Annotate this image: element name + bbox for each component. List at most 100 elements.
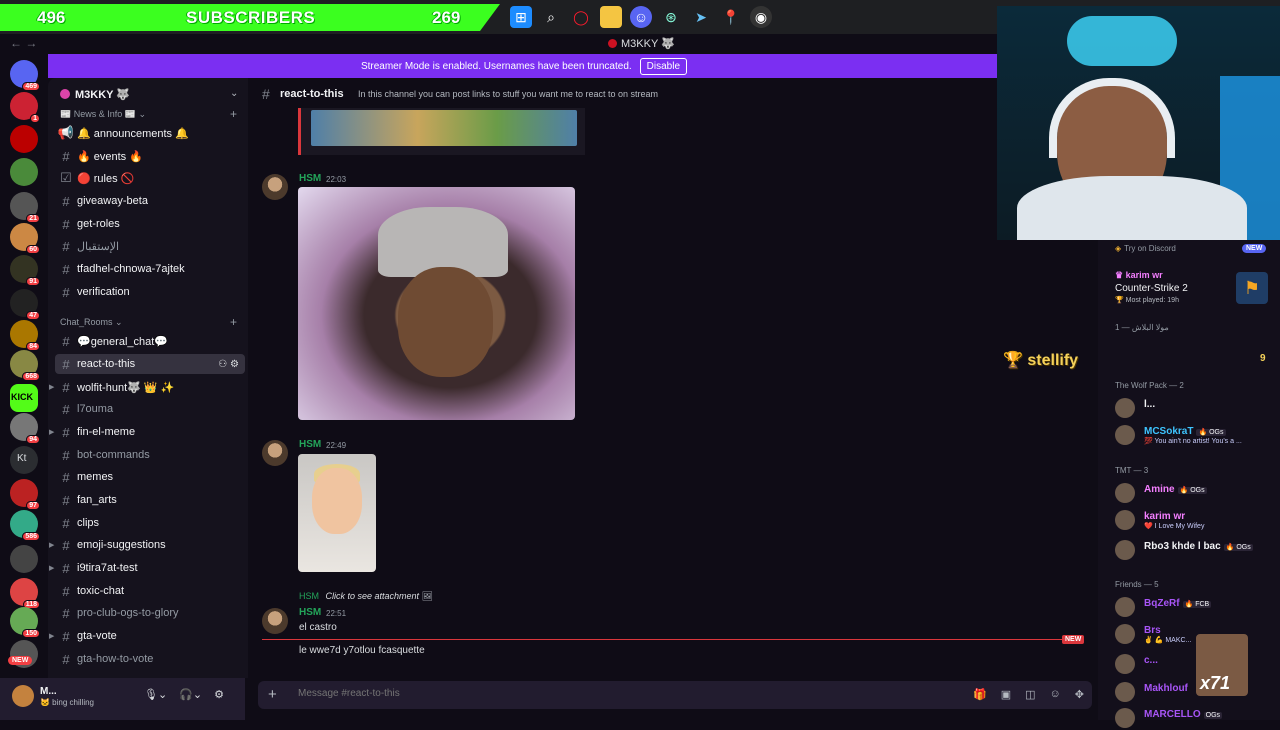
server-icon[interactable]: 150 xyxy=(10,607,40,638)
disable-button[interactable]: Disable xyxy=(639,57,688,75)
channel-item[interactable]: # fan_arts xyxy=(55,490,245,510)
server-icon[interactable]: 1 xyxy=(10,92,40,123)
server-icon[interactable] xyxy=(10,158,38,186)
server-icon[interactable]: 668 xyxy=(10,350,40,381)
nav-arrows[interactable]: ← → xyxy=(10,36,37,50)
image-attachment[interactable] xyxy=(298,187,575,420)
chevron-right-icon[interactable]: ▶ xyxy=(49,541,54,549)
member-row[interactable]: MARCELLO OGs xyxy=(1115,708,1277,730)
channel-label: get-roles xyxy=(77,218,120,230)
category-chat-rooms[interactable]: Chat_Rooms ⌄ xyxy=(60,317,123,328)
search-icon[interactable]: ⌕ xyxy=(540,6,562,28)
server-icon[interactable]: 47 xyxy=(10,289,40,320)
member-row[interactable]: MCSokraT 🔥 OGs 💯 You ain't no artist! You'… xyxy=(1115,425,1277,447)
member-row[interactable]: Rbo3 khde l bac 🔥 OGs xyxy=(1115,540,1277,562)
member-row[interactable]: Amine 🔥 OGs xyxy=(1115,483,1277,505)
server-icon[interactable]: 21 xyxy=(10,192,40,223)
channel-topic[interactable]: In this channel you can post links to st… xyxy=(358,89,658,99)
maps-icon[interactable]: 📍 xyxy=(720,6,742,28)
member-row[interactable]: karim wr ❤️ I Love My Wifey xyxy=(1115,510,1277,532)
message-input[interactable] xyxy=(298,688,898,699)
microphone-icon[interactable]: 🎙⌄ xyxy=(144,688,167,701)
channel-settings-icon[interactable]: ⚇ ⚙ xyxy=(218,359,239,370)
headphones-icon[interactable]: 🎧⌄ xyxy=(179,688,202,701)
channel-item[interactable]: # 💬general_chat💬 xyxy=(55,331,245,351)
server-icon[interactable]: 469 xyxy=(10,60,40,91)
channel-item[interactable]: # gta-how-to-vote xyxy=(55,649,245,669)
reply-preview[interactable]: HSM Click to see attachment 🖼 xyxy=(299,591,433,602)
avatar[interactable] xyxy=(262,608,288,634)
message-author[interactable]: HSM xyxy=(299,439,321,450)
channel-item[interactable]: ▶ # wolfit-hunt🐺 👑 ✨ xyxy=(49,377,245,397)
channel-item[interactable]: ▶ # fin-el-meme xyxy=(49,422,245,442)
channel-item[interactable]: # verification xyxy=(55,282,245,302)
add-channel-icon[interactable]: + xyxy=(230,107,237,121)
server-icon[interactable]: 118 xyxy=(10,578,40,609)
previous-image-attachment[interactable] xyxy=(298,108,585,155)
emoji-icon[interactable]: ☺ xyxy=(1050,688,1061,701)
sticker-icon[interactable]: ◫ xyxy=(1025,688,1035,701)
channel-item[interactable]: # get-roles xyxy=(55,214,245,234)
folder-icon[interactable] xyxy=(600,6,622,28)
member-row[interactable]: BqZeRf 🔥 FCB xyxy=(1115,597,1277,619)
channel-item[interactable]: # giveaway-beta xyxy=(55,191,245,211)
gift-icon[interactable]: 🎁 xyxy=(973,688,987,701)
chevron-right-icon[interactable]: ▶ xyxy=(49,564,54,572)
server-icon[interactable]: 94 xyxy=(10,413,40,444)
steam-icon[interactable]: ➤ xyxy=(690,6,712,28)
chevron-down-icon[interactable]: ⌄ xyxy=(230,88,238,99)
channel-item[interactable]: ▶ # emoji-suggestions xyxy=(49,535,245,555)
add-channel-icon[interactable]: + xyxy=(230,315,237,329)
message-author[interactable]: HSM xyxy=(299,607,321,618)
channel-item[interactable]: # l7ouma xyxy=(55,399,245,419)
channel-item[interactable]: # react-to-this ⚇ ⚙ xyxy=(55,354,245,374)
activity-user[interactable]: ♛ karim wr xyxy=(1115,270,1163,281)
server-name-header[interactable]: M3KKY 🐺 xyxy=(60,88,130,101)
xbox-icon[interactable]: ⊛ xyxy=(660,6,682,28)
channel-item[interactable]: ☑ 🔴 rules 🚫 xyxy=(55,168,245,188)
add-attachment-icon[interactable]: + xyxy=(268,686,277,703)
avatar[interactable] xyxy=(262,174,288,200)
apps-icon[interactable]: ✥ xyxy=(1075,688,1084,701)
server-icon[interactable]: 586 xyxy=(10,510,40,541)
chevron-right-icon[interactable]: ▶ xyxy=(49,428,54,436)
channel-item[interactable]: # tfadhel-chnowa-7ajtek xyxy=(55,259,245,279)
opera-icon[interactable]: ◯ xyxy=(570,6,592,28)
avatar[interactable] xyxy=(262,440,288,466)
channel-item[interactable]: # toxic-chat xyxy=(55,581,245,601)
discord-icon[interactable]: ☺ xyxy=(630,6,652,28)
channel-label: 🔔 announcements 🔔 xyxy=(77,127,189,140)
category-news-info[interactable]: 📰 News & Info 📰 ⌄ xyxy=(60,109,146,120)
chevron-right-icon[interactable]: ▶ xyxy=(49,632,54,640)
server-icon[interactable]: 97 xyxy=(10,479,40,510)
channel-item[interactable]: # memes xyxy=(55,467,245,487)
channel-item[interactable]: # pro-club-ogs-to-glory xyxy=(55,603,245,623)
channel-item[interactable]: # الإستقبال xyxy=(55,236,245,256)
channel-label: verification xyxy=(77,286,130,298)
server-icon[interactable] xyxy=(10,125,38,153)
channel-item[interactable]: ▶ # gta-vote xyxy=(49,626,245,646)
server-icon[interactable]: 84 xyxy=(10,320,40,351)
channel-item[interactable]: # 🔥 events 🔥 xyxy=(55,146,245,166)
server-icon[interactable]: 91 xyxy=(10,255,40,286)
message-author[interactable]: HSM xyxy=(299,173,321,184)
server-icon[interactable]: Kt xyxy=(10,446,38,474)
image-attachment[interactable] xyxy=(298,454,376,572)
obs-icon[interactable]: ◉ xyxy=(750,6,772,28)
channel-item[interactable]: 📢 🔔 announcements 🔔 xyxy=(55,123,245,143)
chevron-right-icon[interactable]: ▶ xyxy=(49,383,54,391)
server-icon[interactable]: KICK xyxy=(10,384,38,412)
game-icon[interactable]: ⚑ xyxy=(1236,272,1268,304)
gear-icon[interactable]: ⚙ xyxy=(214,688,224,701)
channel-item[interactable]: ▶ # i9tira7at-test xyxy=(49,558,245,578)
channel-item[interactable]: # bot-commands xyxy=(55,445,245,465)
avatar[interactable] xyxy=(12,685,34,707)
server-icon[interactable] xyxy=(10,545,38,573)
server-icon[interactable]: 60 xyxy=(10,223,40,254)
windows-icon[interactable]: ⊞ xyxy=(510,6,532,28)
try-on-discord[interactable]: ◈ Try on Discord xyxy=(1115,244,1176,253)
channel-item[interactable]: # clips xyxy=(55,513,245,533)
member-row[interactable]: l... xyxy=(1115,398,1277,420)
new-unreads-pill[interactable]: NEW xyxy=(8,656,33,665)
gif-icon[interactable]: ▣ xyxy=(1001,688,1011,701)
